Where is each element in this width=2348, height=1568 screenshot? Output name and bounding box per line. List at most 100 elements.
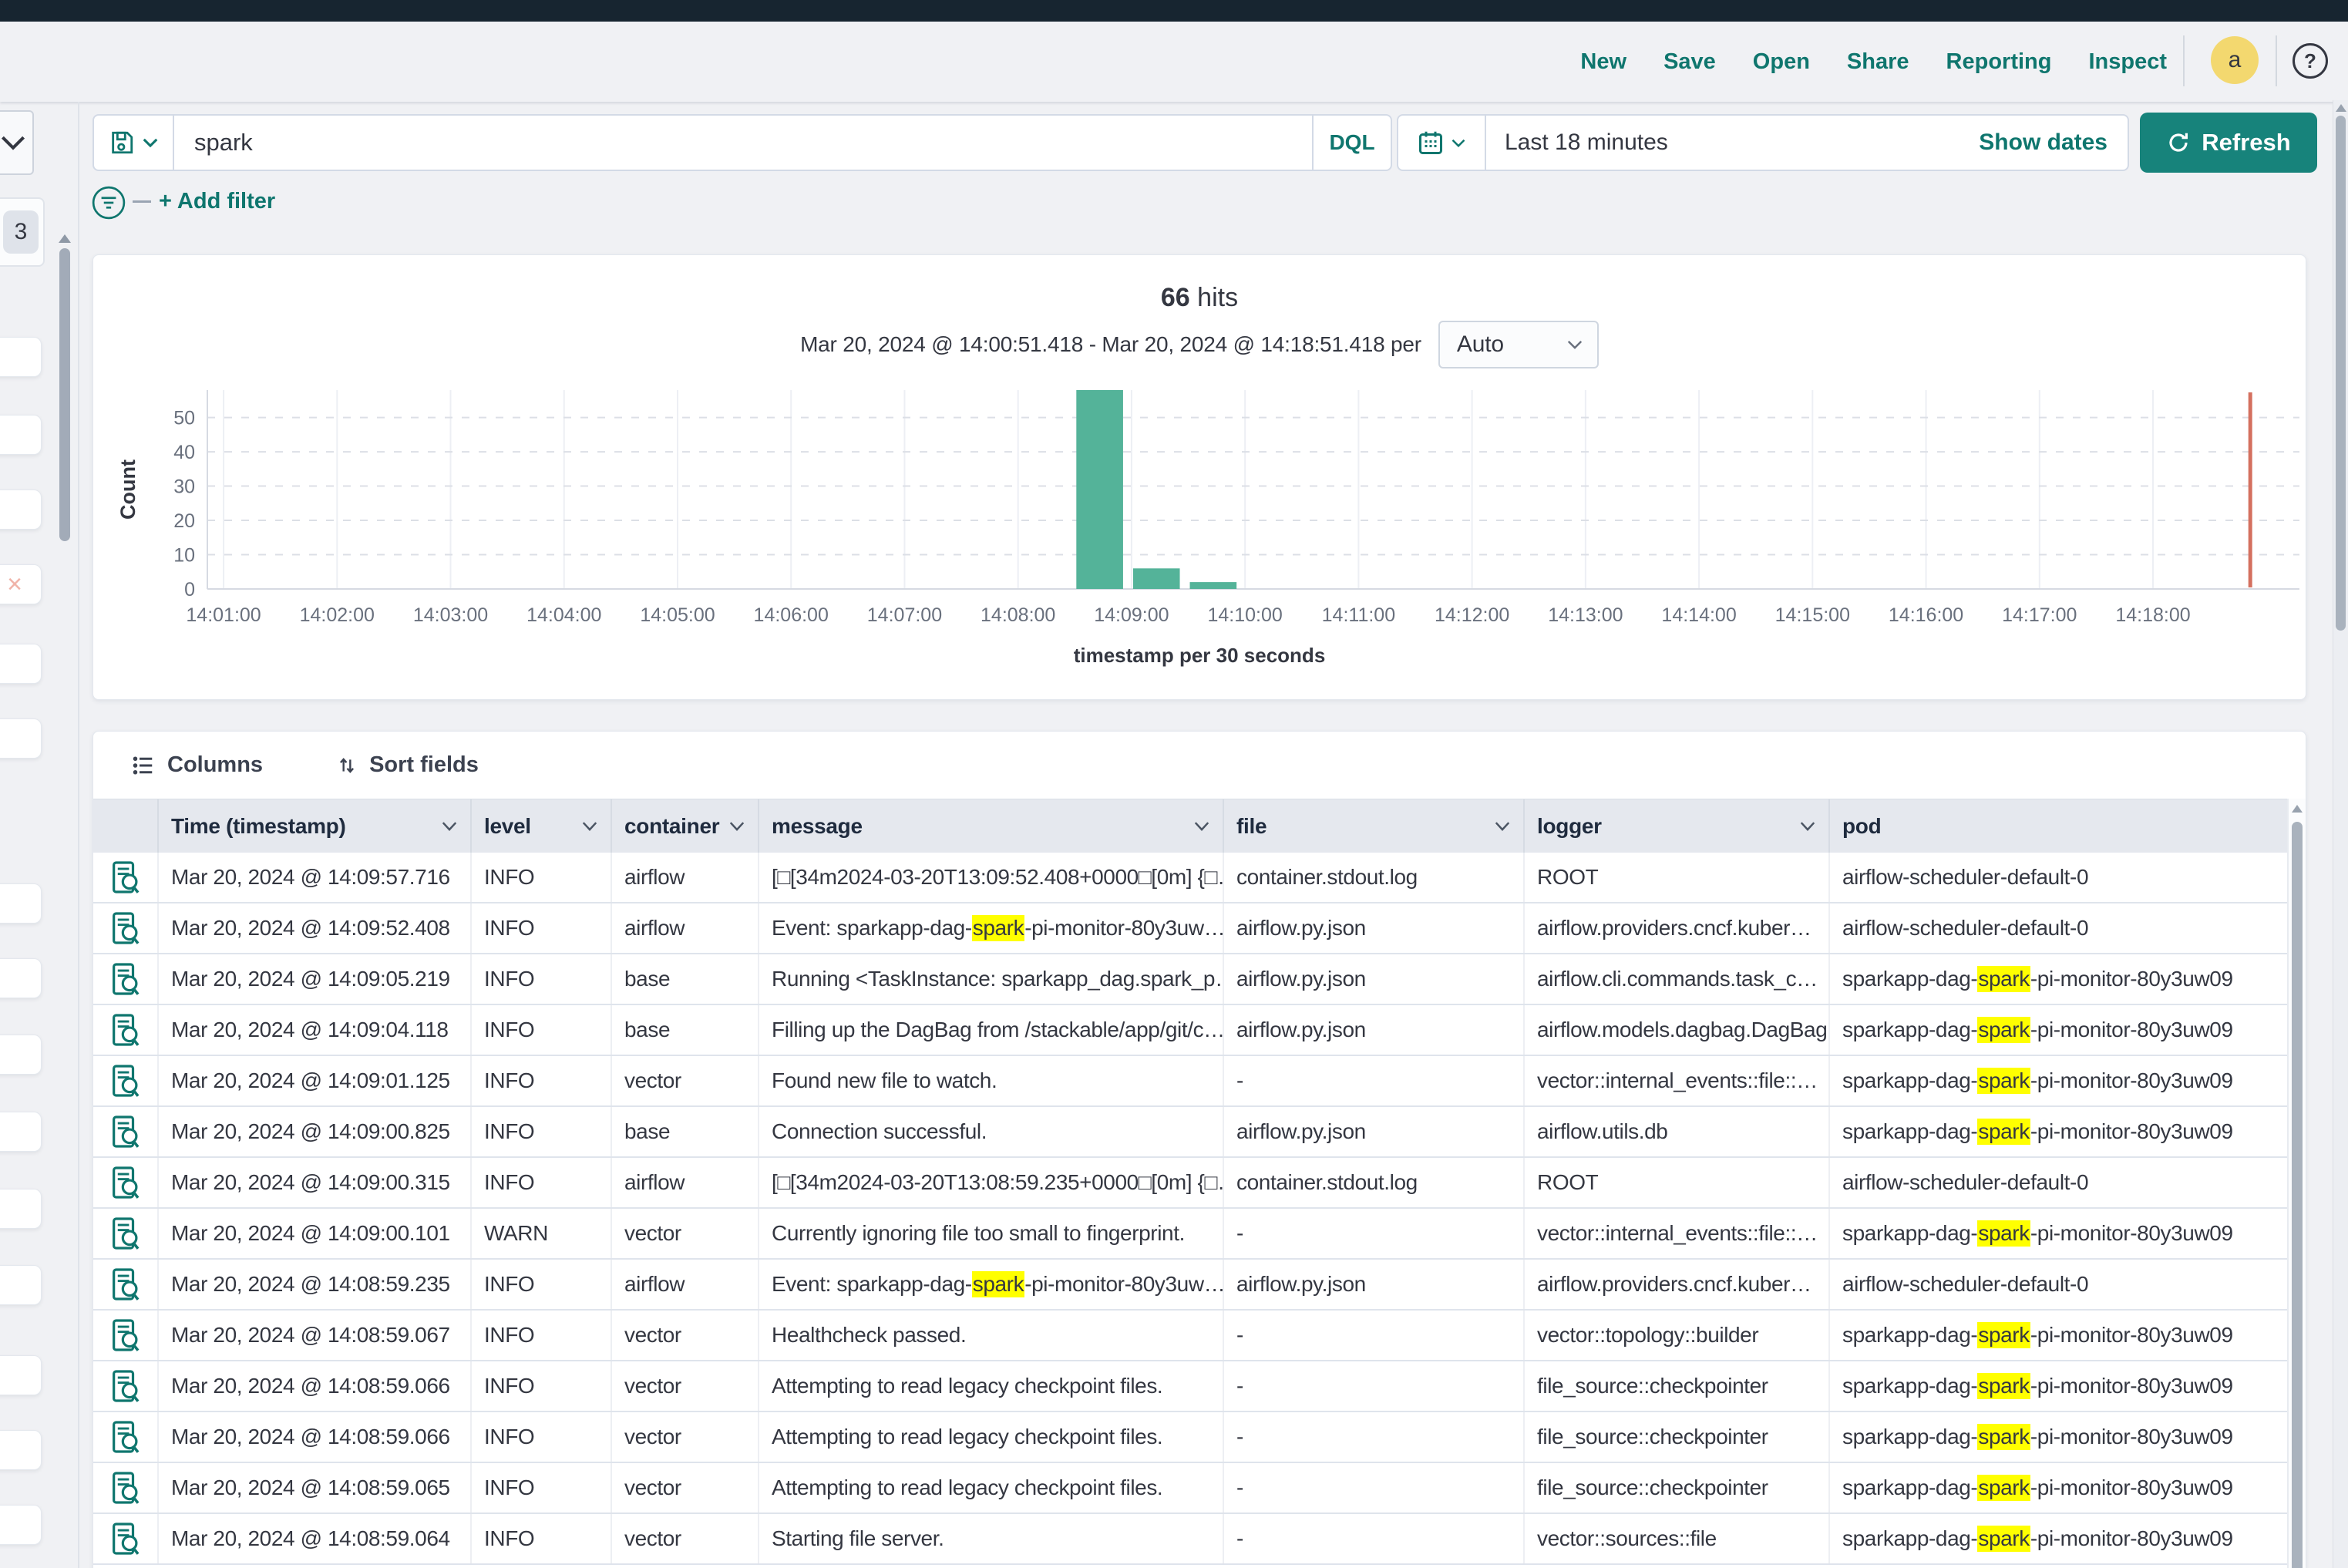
collapsed-panel-item[interactable] [0, 490, 42, 530]
column-header-level[interactable]: level [472, 799, 612, 853]
expand-row-button[interactable] [93, 853, 159, 902]
expand-row-button[interactable] [93, 1056, 159, 1105]
column-header-pod[interactable]: pod [1830, 799, 2287, 853]
inspect-document-icon [111, 1216, 140, 1250]
nav-save[interactable]: Save [1663, 49, 1716, 75]
log-row[interactable]: Mar 20, 2024 @ 14:09:00.315INFOairflow[□… [93, 1158, 2287, 1209]
inspect-document-icon [111, 1267, 140, 1301]
panel-scrollbar[interactable] [59, 248, 70, 541]
collapse-panel-button[interactable] [0, 110, 34, 175]
expand-row-button[interactable] [93, 1005, 159, 1055]
cell-message: Starting file server. [759, 1514, 1224, 1563]
log-row[interactable]: Mar 20, 2024 @ 14:09:00.825INFObaseConne… [93, 1107, 2287, 1158]
expand-row-button[interactable] [93, 1107, 159, 1156]
collapsed-panel-item[interactable] [0, 718, 42, 759]
expand-row-button[interactable] [93, 1514, 159, 1563]
page-scrollbar-thumb[interactable] [2336, 116, 2346, 631]
scroll-up-arrow[interactable] [59, 234, 71, 243]
date-picker: Last 18 minutes Show dates [1397, 114, 2129, 171]
quick-select-menu-button[interactable] [1398, 116, 1486, 170]
sort-fields-button[interactable]: Sort fields [337, 752, 479, 778]
collapsed-panel-item[interactable] [0, 337, 42, 377]
collapsed-panel-item[interactable] [0, 644, 42, 684]
collapsed-panel-item[interactable] [0, 1035, 42, 1075]
expand-row-button[interactable] [93, 1158, 159, 1207]
sort-chevron-icon [728, 821, 745, 832]
nav-inspect[interactable]: Inspect [2088, 49, 2167, 75]
query-language-button[interactable]: DQL [1312, 116, 1391, 170]
nav-open[interactable]: Open [1753, 49, 1810, 75]
histogram[interactable]: 0102030405014:01:0014:02:0014:03:0014:04… [93, 255, 2307, 701]
cell-time: Mar 20, 2024 @ 14:08:59.067 [159, 1311, 472, 1360]
add-filter-button[interactable]: + Add filter [159, 189, 275, 214]
log-row[interactable]: Mar 20, 2024 @ 14:08:59.064INFOvectorSta… [93, 1514, 2287, 1565]
expand-row-button[interactable] [93, 1412, 159, 1462]
field-count-box[interactable]: 3 [0, 197, 45, 267]
scroll-up-arrow[interactable] [2292, 805, 2303, 813]
column-header-container[interactable]: container [612, 799, 759, 853]
collapsed-panel-item[interactable] [0, 1112, 42, 1152]
collapsed-panel-item[interactable] [0, 1430, 42, 1470]
time-range-value[interactable]: Last 18 minutes [1486, 116, 1979, 170]
cell-logger: airflow.cli.commands.task_c… [1525, 954, 1830, 1004]
cell-pod: sparkapp-dag-spark-pi-monitor-80y3uw09 [1830, 1005, 2287, 1055]
column-header-file[interactable]: file [1224, 799, 1525, 853]
sort-fields-label: Sort fields [369, 752, 479, 778]
nav-reporting[interactable]: Reporting [1946, 49, 2052, 75]
log-table-header: Time (timestamp)levelcontainermessagefil… [93, 799, 2287, 853]
svg-text:14:01:00: 14:01:00 [186, 604, 261, 626]
remove-icon: × [7, 571, 22, 597]
avatar[interactable]: a [2211, 36, 2259, 84]
log-row[interactable]: Mar 20, 2024 @ 14:09:01.125INFOvectorFou… [93, 1056, 2287, 1107]
refresh-button[interactable]: Refresh [2140, 113, 2317, 173]
svg-text:14:12:00: 14:12:00 [1435, 604, 1509, 626]
nav-share[interactable]: Share [1847, 49, 1909, 75]
collapsed-panel-item[interactable] [0, 883, 42, 924]
filter-icon[interactable] [91, 185, 126, 220]
table-scrollbar[interactable] [2287, 799, 2306, 1568]
log-row[interactable]: Mar 20, 2024 @ 14:08:59.066INFOvectorAtt… [93, 1361, 2287, 1412]
search-input[interactable] [174, 116, 1312, 170]
collapsed-panel-item[interactable] [0, 1265, 42, 1305]
cell-file: - [1224, 1056, 1525, 1105]
cell-message: Event: sparkapp-dag-spark-pi-monitor-80y… [759, 1260, 1224, 1309]
expand-row-button[interactable] [93, 1209, 159, 1258]
log-row[interactable]: Mar 20, 2024 @ 14:09:00.101WARNvectorCur… [93, 1209, 2287, 1260]
cell-container: vector [612, 1209, 759, 1258]
expand-row-button[interactable] [93, 1311, 159, 1360]
expand-row-button[interactable] [93, 1361, 159, 1411]
column-header-logger[interactable]: logger [1525, 799, 1830, 853]
table-scrollbar-thumb[interactable] [2292, 822, 2303, 1568]
help-icon[interactable]: ? [2292, 43, 2328, 79]
log-row[interactable]: Mar 20, 2024 @ 14:09:04.118INFObaseFilli… [93, 1005, 2287, 1056]
cell-file: airflow.py.json [1224, 1260, 1525, 1309]
log-row[interactable]: Mar 20, 2024 @ 14:08:59.067INFOvectorHea… [93, 1311, 2287, 1361]
collapsed-panel-item[interactable]: × [0, 564, 42, 604]
log-row[interactable]: Mar 20, 2024 @ 14:09:52.408INFOairflowEv… [93, 903, 2287, 954]
expand-row-button[interactable] [93, 1260, 159, 1309]
cell-time: Mar 20, 2024 @ 14:09:00.825 [159, 1107, 472, 1156]
collapsed-panel-item[interactable] [0, 1505, 42, 1545]
collapsed-panel-item[interactable] [0, 415, 42, 455]
log-row[interactable]: Mar 20, 2024 @ 14:09:57.716INFOairflow[□… [93, 853, 2287, 903]
column-header-time[interactable]: Time (timestamp) [159, 799, 472, 853]
scroll-up-arrow[interactable] [2336, 104, 2346, 112]
expand-row-button[interactable] [93, 903, 159, 953]
expand-row-button[interactable] [93, 954, 159, 1004]
page-scrollbar[interactable] [2333, 100, 2348, 1568]
columns-button[interactable]: Columns [132, 752, 263, 778]
log-row[interactable]: Mar 20, 2024 @ 14:08:59.235INFOairflowEv… [93, 1260, 2287, 1311]
collapsed-panel-item[interactable] [0, 1189, 42, 1229]
collapsed-panel-item[interactable] [0, 1355, 42, 1395]
saved-query-menu-button[interactable] [94, 116, 174, 170]
column-header-message[interactable]: message [759, 799, 1224, 853]
header-divider [2276, 35, 2277, 86]
nav-new[interactable]: New [1580, 49, 1626, 75]
expand-row-button[interactable] [93, 1463, 159, 1512]
collapsed-panel-item[interactable] [0, 958, 42, 998]
log-row[interactable]: Mar 20, 2024 @ 14:08:59.066INFOvectorAtt… [93, 1412, 2287, 1463]
log-table-panel: Columns Sort fields Time (timestamp)leve… [93, 731, 2306, 1568]
log-row[interactable]: Mar 20, 2024 @ 14:08:59.065INFOvectorAtt… [93, 1463, 2287, 1514]
log-row[interactable]: Mar 20, 2024 @ 14:09:05.219INFObaseRunni… [93, 954, 2287, 1005]
show-dates-button[interactable]: Show dates [1979, 116, 2128, 170]
